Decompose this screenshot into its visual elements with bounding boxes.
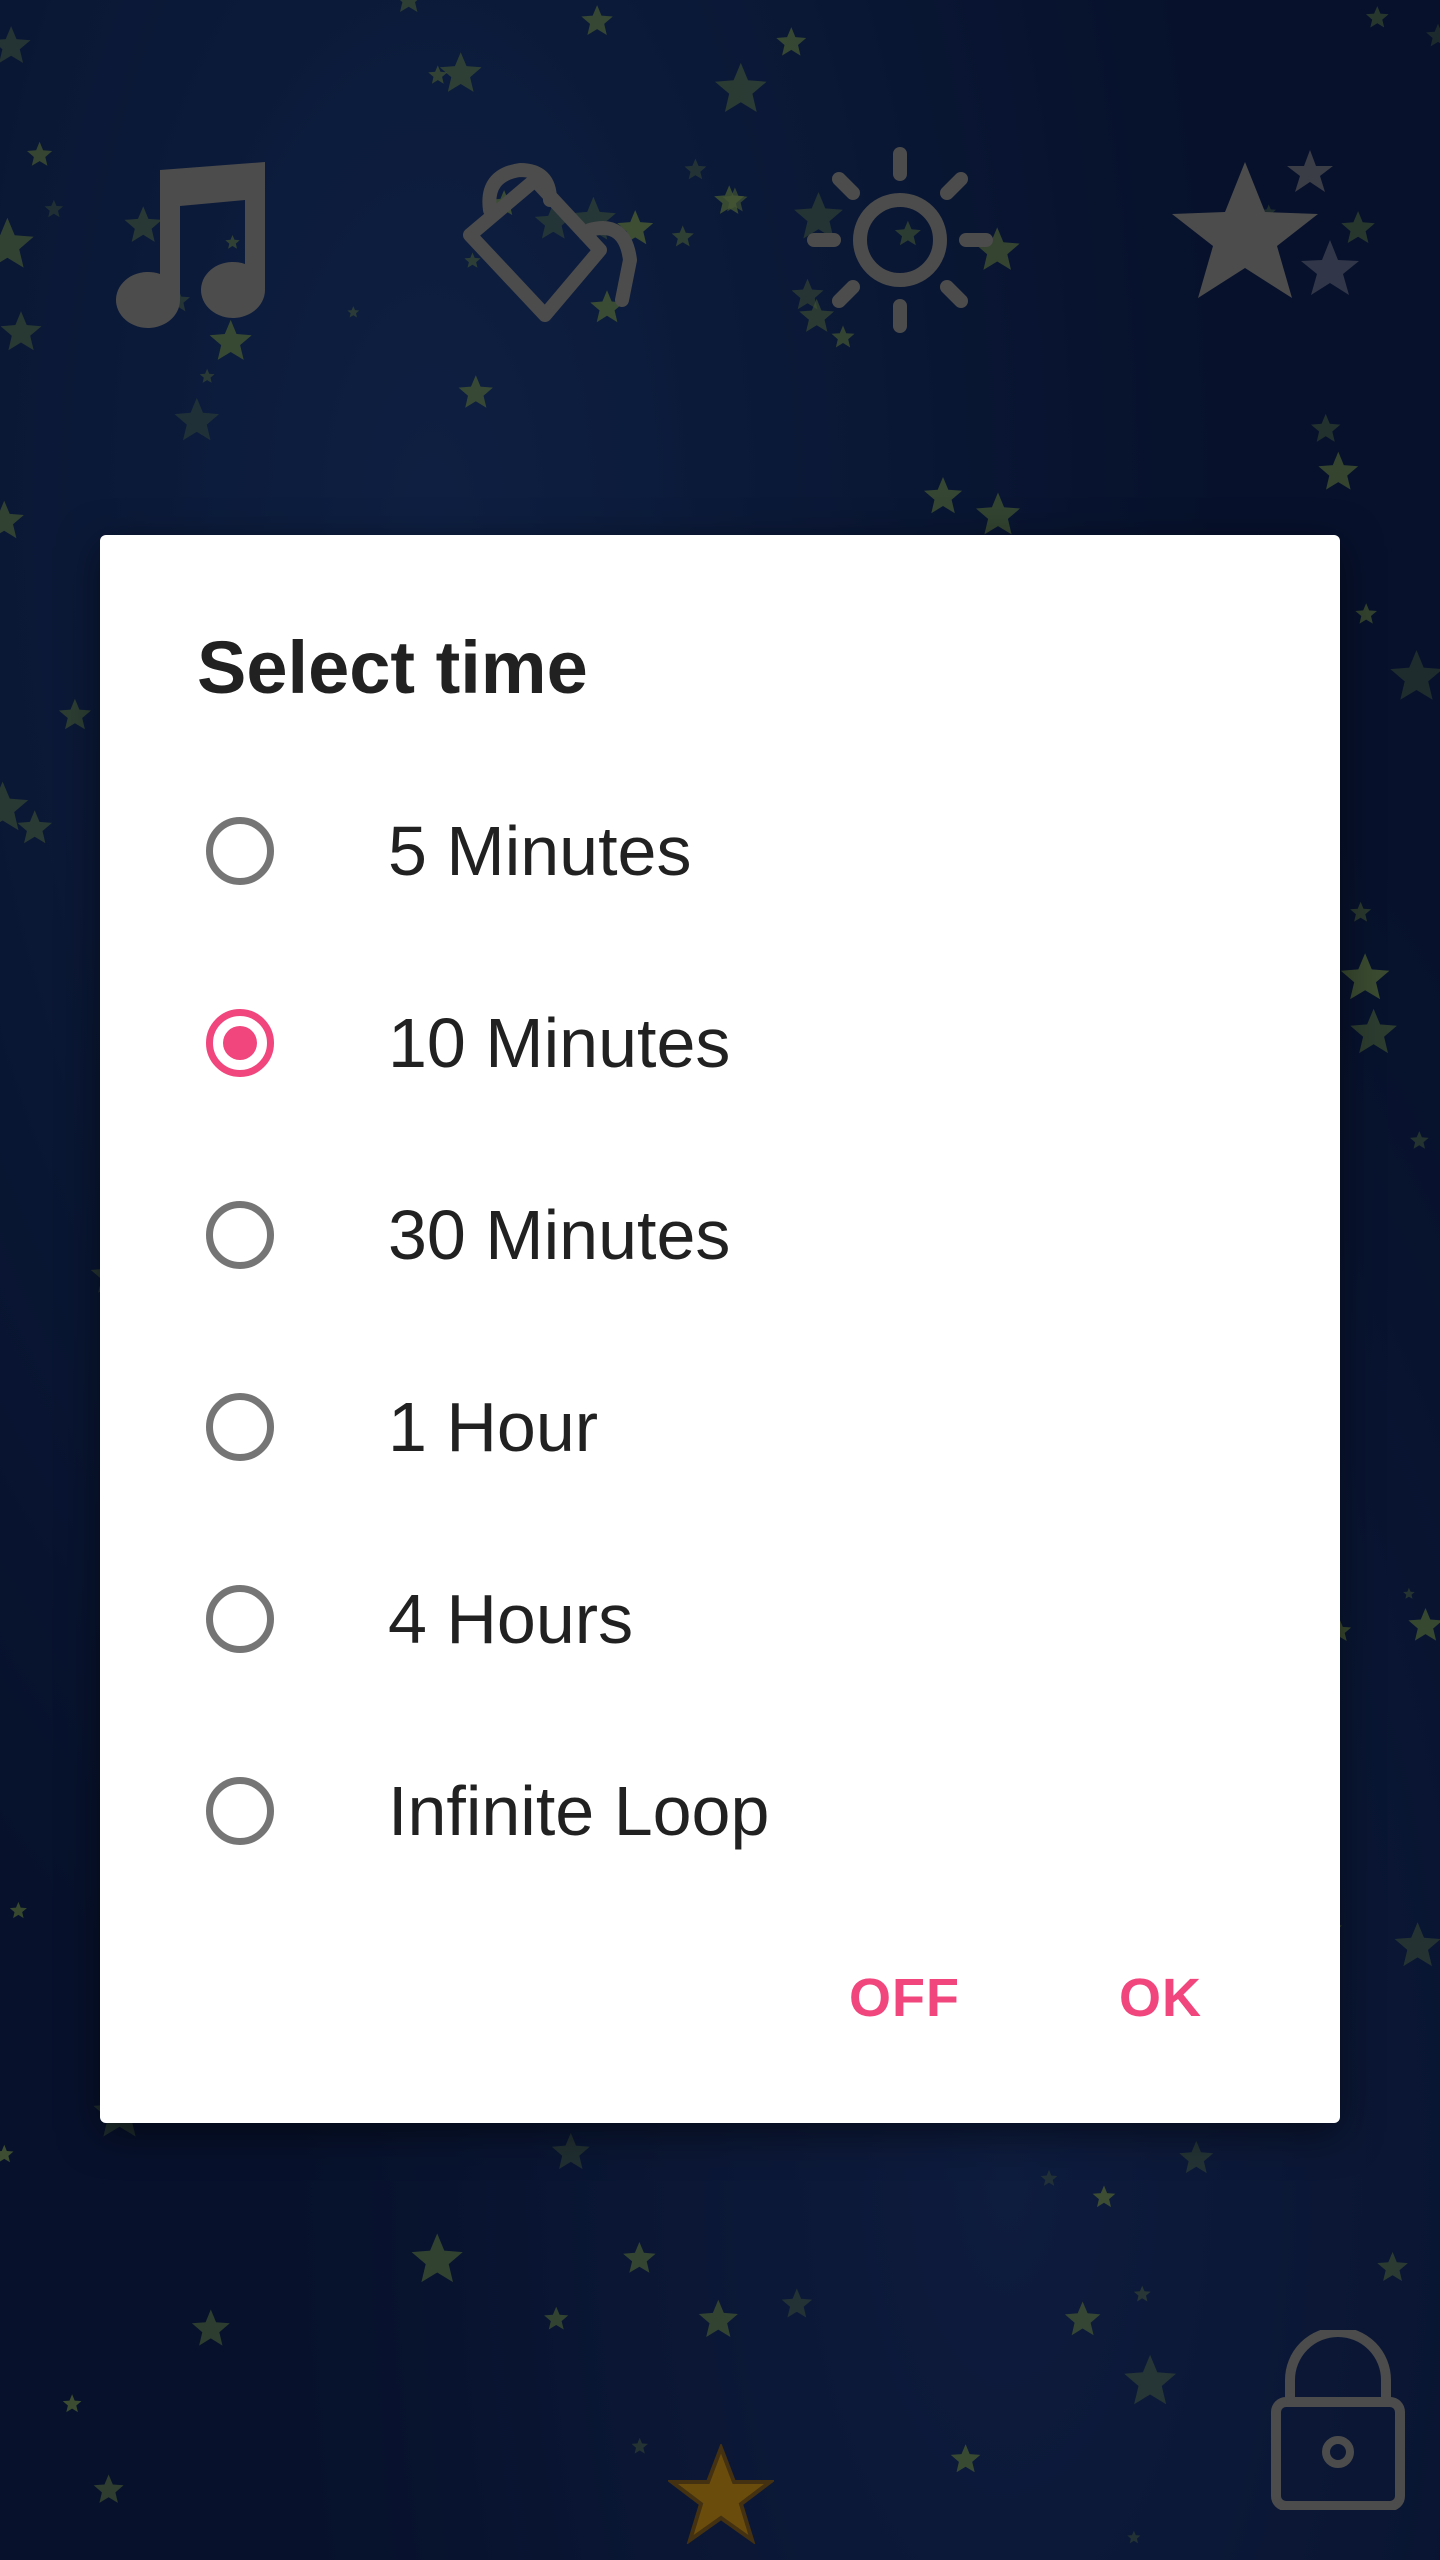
time-options: 5 Minutes 10 Minutes 30 Minutes 1 Hour 4… xyxy=(100,755,1340,1907)
radio-button[interactable] xyxy=(206,1009,274,1077)
option-30-minutes[interactable]: 30 Minutes xyxy=(100,1139,1340,1331)
option-label: 10 Minutes xyxy=(388,1004,731,1082)
radio-button[interactable] xyxy=(206,1585,274,1653)
ok-button[interactable]: OK xyxy=(1119,1943,1202,2053)
option-label: 4 Hours xyxy=(388,1580,634,1658)
radio-button[interactable] xyxy=(206,1777,274,1845)
option-label: 30 Minutes xyxy=(388,1196,731,1274)
option-infinite-loop[interactable]: Infinite Loop xyxy=(100,1715,1340,1907)
option-label: 5 Minutes xyxy=(388,812,692,890)
option-10-minutes[interactable]: 10 Minutes xyxy=(100,947,1340,1139)
radio-button[interactable] xyxy=(206,1393,274,1461)
option-4-hours[interactable]: 4 Hours xyxy=(100,1523,1340,1715)
option-5-minutes[interactable]: 5 Minutes xyxy=(100,755,1340,947)
off-button[interactable]: OFF xyxy=(849,1943,960,2053)
radio-button[interactable] xyxy=(206,817,274,885)
dialog-title: Select time xyxy=(197,626,588,709)
option-1-hour[interactable]: 1 Hour xyxy=(100,1331,1340,1523)
option-label: 1 Hour xyxy=(388,1388,599,1466)
radio-button[interactable] xyxy=(206,1201,274,1269)
option-label: Infinite Loop xyxy=(388,1772,770,1850)
select-time-dialog: Select time 5 Minutes 10 Minutes 30 Minu… xyxy=(100,535,1340,2123)
